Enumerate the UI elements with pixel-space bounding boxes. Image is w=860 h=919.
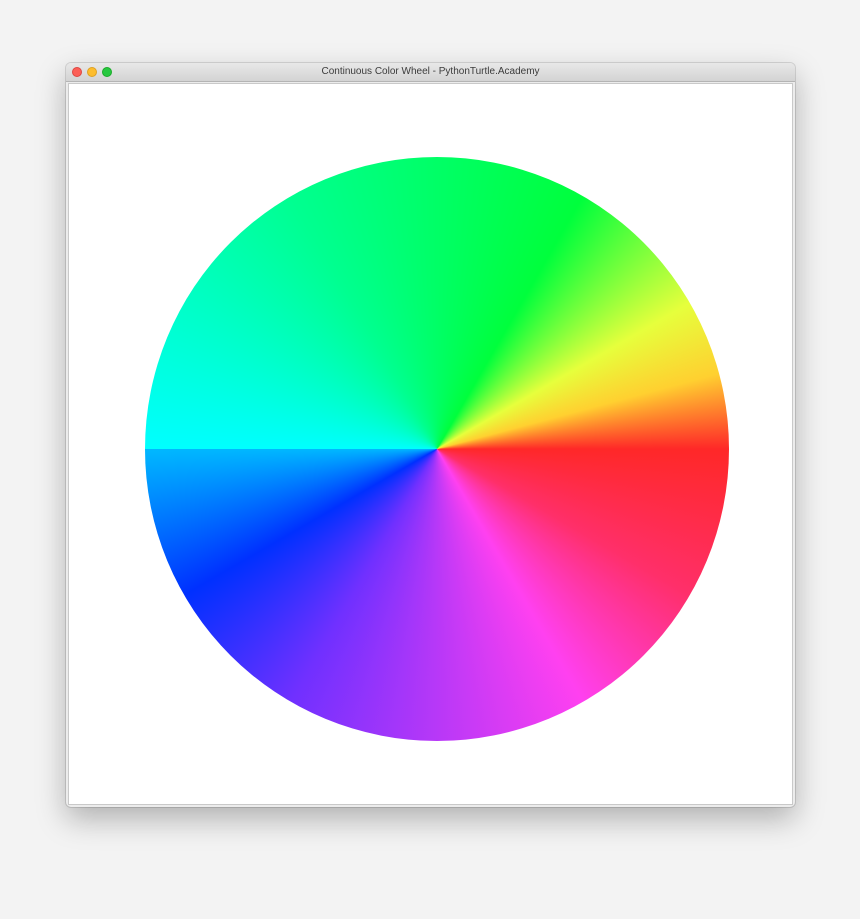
- turtle-canvas[interactable]: [68, 83, 793, 805]
- turtle-window: Continuous Color Wheel - PythonTurtle.Ac…: [66, 63, 795, 807]
- window-title: Continuous Color Wheel - PythonTurtle.Ac…: [321, 66, 540, 77]
- title-bar[interactable]: Continuous Color Wheel - PythonTurtle.Ac…: [66, 63, 795, 82]
- color-wheel: [145, 157, 729, 741]
